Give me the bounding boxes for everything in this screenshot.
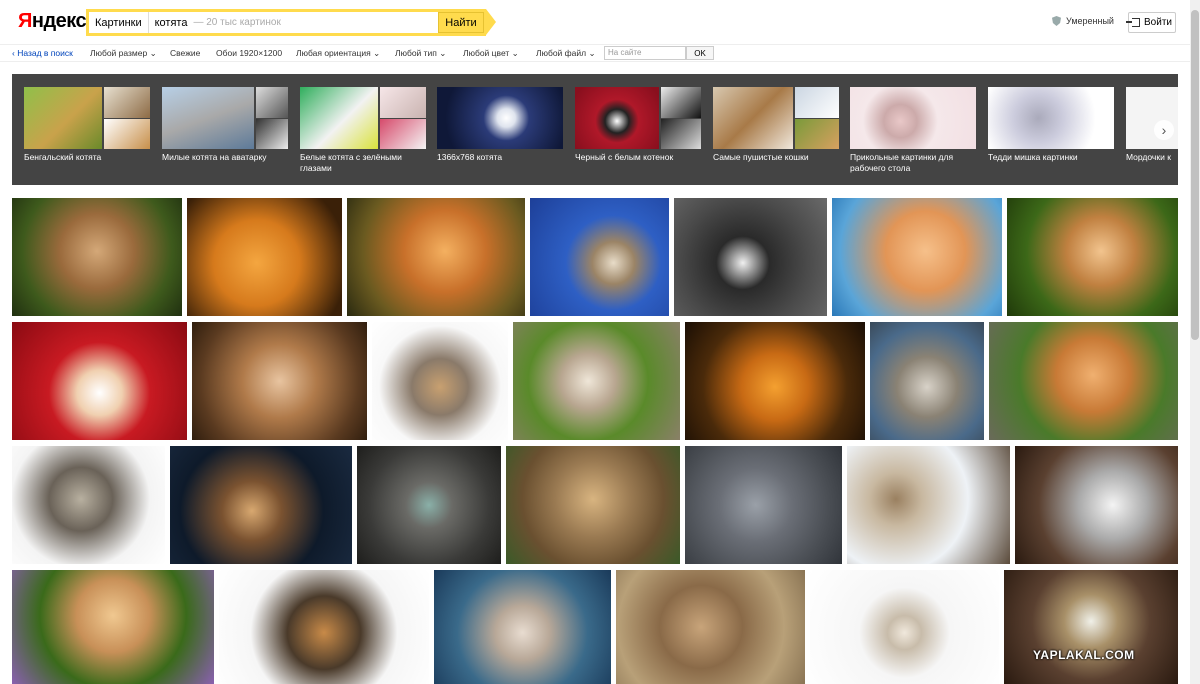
related-item[interactable]: Бенгальский котята [24,87,150,163]
image-tile[interactable] [685,322,865,440]
image-tile[interactable] [870,322,984,440]
safe-search-filter[interactable]: Умеренный [1052,16,1114,26]
image-tile[interactable] [1004,570,1178,684]
related-item[interactable]: Самые пушистые кошки [713,87,839,163]
related-label: Милые котята на аватарку [162,152,267,162]
related-thumb [24,87,150,149]
back-to-search-link[interactable]: ‹ Назад в поиск [12,48,73,58]
watermark: YAPLAKAL.COM [1033,648,1135,662]
chevron-down-icon: ⌄ [439,48,447,58]
header: Яндекс Картинки котята — 20 тыс картинок… [0,0,1190,44]
image-tile[interactable] [832,198,1002,316]
related-thumb [850,87,976,149]
find-button[interactable]: Найти [438,12,484,33]
image-tile[interactable] [989,322,1178,440]
related-label: Черный с белым котенок [575,152,674,162]
image-tile[interactable] [357,446,501,564]
login-button[interactable]: Войти [1126,12,1176,33]
site-input[interactable]: На сайте [604,46,686,60]
related-label: Бенгальский котята [24,152,102,162]
chevron-down-icon: ⌄ [588,48,596,58]
service-tag[interactable]: Картинки [89,12,149,33]
size-filter-label: Любой размер [90,48,148,58]
color-filter[interactable]: Любой цвет ⌄ [463,48,519,59]
back-label: Назад в поиск [17,48,73,58]
image-tile[interactable] [1015,446,1178,564]
result-count-hint: — 20 тыс картинок [193,17,281,28]
image-tile[interactable] [12,570,214,684]
related-label: 1366x768 котята [437,152,503,162]
related-label: Прикольные картинки для рабочего стола [850,152,954,173]
scrollbar-thumb[interactable] [1191,10,1199,340]
related-searches: Бенгальский котята Милые котята на авата… [12,74,1178,185]
related-thumb [988,87,1114,149]
search-input[interactable]: котята [149,17,194,29]
related-thumb [575,87,701,149]
image-tile[interactable] [192,322,367,440]
login-icon [1126,18,1140,27]
shield-icon [1052,16,1061,26]
image-tile[interactable] [1007,198,1178,316]
chevron-right-icon[interactable]: › [1154,120,1174,140]
ok-button[interactable]: OK [686,46,714,60]
chevron-down-icon: ⌄ [373,48,381,58]
size-filter[interactable]: Любой размер ⌄ [90,48,157,59]
wallpaper-filter[interactable]: Обои 1920×1200 [216,48,282,58]
safe-search-label: Умеренный [1066,16,1114,26]
image-tile[interactable] [616,570,805,684]
logo-text: ндекс [31,10,87,32]
image-tile[interactable] [219,570,429,684]
image-tile[interactable] [187,198,342,316]
image-tile[interactable] [347,198,525,316]
image-tile[interactable] [170,446,352,564]
file-filter[interactable]: Любой файл ⌄ [536,48,596,59]
file-filter-label: Любой файл [536,48,587,58]
related-thumb [437,87,563,149]
related-item[interactable]: Тедди мишка картинки [988,87,1114,163]
related-thumb [1126,87,1178,149]
related-thumb [713,87,839,149]
find-arrow-decoration [486,9,496,35]
login-label: Войти [1144,17,1172,28]
color-filter-label: Любой цвет [463,48,510,58]
related-thumb [162,87,288,149]
related-thumb [300,87,426,149]
related-item[interactable]: Милые котята на аватарку [162,87,288,163]
related-item[interactable]: Белые котята с зелёными глазами [300,87,426,174]
image-tile[interactable] [847,446,1010,564]
type-filter-label: Любой тип [395,48,437,58]
related-item[interactable]: Черный с белым котенок [575,87,701,163]
related-item[interactable]: 1366x768 котята [437,87,563,163]
image-tile[interactable] [434,570,611,684]
logo-letter: Я [18,10,32,32]
yandex-logo[interactable]: Яндекс [18,10,87,33]
image-tile[interactable] [12,198,182,316]
type-filter[interactable]: Любой тип ⌄ [395,48,446,59]
fresh-filter[interactable]: Свежие [170,48,200,58]
related-label: Тедди мишка картинки [988,152,1078,162]
image-tile[interactable] [685,446,842,564]
filter-bar: ‹ Назад в поиск Любой размер ⌄ Свежие Об… [0,44,1190,62]
image-tile[interactable] [530,198,669,316]
orientation-filter[interactable]: Любая ориентация ⌄ [296,48,380,59]
related-label: Мордочки к [1126,152,1171,162]
related-item[interactable]: Прикольные картинки для рабочего стола [850,87,976,174]
search-bar[interactable]: Картинки котята — 20 тыс картинок ✕ [86,9,486,36]
image-tile[interactable] [513,322,680,440]
chevron-down-icon: ⌄ [149,48,157,58]
related-label: Самые пушистые кошки [713,152,809,162]
chevron-down-icon: ⌄ [511,48,519,58]
image-tile[interactable] [810,570,999,684]
related-label: Белые котята с зелёными глазами [300,152,402,173]
image-tile[interactable] [12,446,165,564]
orientation-filter-label: Любая ориентация [296,48,371,58]
image-tile[interactable] [372,322,508,440]
image-tile[interactable] [12,322,187,440]
image-tile[interactable] [674,198,827,316]
image-tile[interactable] [506,446,680,564]
